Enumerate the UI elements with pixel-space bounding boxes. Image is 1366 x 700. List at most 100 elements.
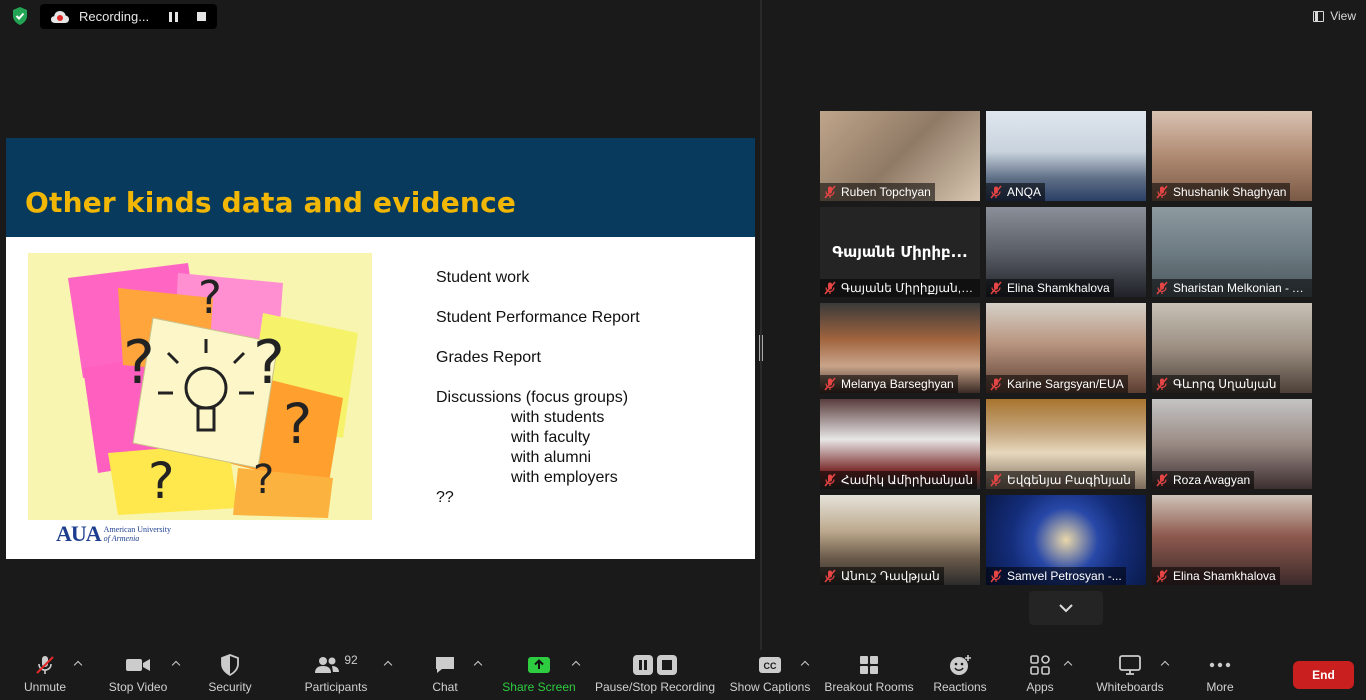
mic-muted-icon <box>990 185 1002 199</box>
participant-tile[interactable]: Roza Avagyan <box>1152 399 1312 489</box>
participants-label: Participants <box>304 680 368 694</box>
participant-name-bar: Sharistan Melkonian - A... <box>1152 279 1312 297</box>
whiteboard-icon <box>1119 655 1141 675</box>
chat-bubble-icon <box>436 657 454 673</box>
mic-muted-icon <box>1156 185 1168 199</box>
participants-options-caret[interactable] <box>384 660 392 668</box>
share-screen-button[interactable]: Share Screen <box>502 650 576 700</box>
participant-tile[interactable]: Համիկ Ամիրխանյան <box>820 399 980 489</box>
participant-name-bar: Գևորգ Սղանյան <box>1152 375 1281 393</box>
participant-tile[interactable]: Karine Sargsyan/EUA <box>986 303 1146 393</box>
svg-text:?: ? <box>123 328 155 398</box>
participant-name: Անուշ Դավթյան <box>841 569 940 583</box>
participant-name-bar: Եվգենյա Բագինյան <box>986 471 1135 489</box>
breakout-rooms-button[interactable]: Breakout Rooms <box>824 650 914 700</box>
pause-recording-button[interactable] <box>169 11 179 22</box>
whiteboards-button[interactable]: Whiteboards <box>1093 650 1167 700</box>
participant-name: Եվգենյա Բագինյան <box>1007 473 1131 487</box>
security-button[interactable]: Security <box>206 650 254 700</box>
more-button[interactable]: More <box>1204 650 1236 700</box>
participant-tile[interactable]: Գևորգ Սղանյան <box>1152 303 1312 393</box>
slide-item-student-work: Student work <box>436 269 530 286</box>
mic-muted-icon <box>824 569 836 583</box>
mic-muted-icon <box>1156 569 1168 583</box>
chat-options-caret[interactable] <box>474 660 482 668</box>
participants-icon <box>315 657 340 673</box>
participant-name: Sharistan Melkonian - A... <box>1173 281 1308 295</box>
stop-icon <box>657 655 677 675</box>
audio-options-caret[interactable] <box>74 660 82 668</box>
slide-bullet-list: Student work Student Performance Report … <box>436 268 640 508</box>
unmute-label: Unmute <box>23 680 67 694</box>
video-options-caret[interactable] <box>172 660 180 668</box>
mic-muted-icon <box>824 185 836 199</box>
participant-tile[interactable]: Melanya Barseghyan <box>820 303 980 393</box>
svg-text:?: ? <box>198 271 222 324</box>
end-meeting-button[interactable]: End <box>1293 661 1354 689</box>
more-dots-icon <box>1209 662 1231 668</box>
unmute-button[interactable]: Unmute <box>22 650 68 700</box>
participant-tile[interactable]: Shushanik Shaghyan <box>1152 111 1312 201</box>
aua-logo-line2: of Armenia <box>103 534 140 543</box>
mic-muted-icon <box>1156 473 1168 487</box>
participant-tile[interactable]: Ruben Topchyan <box>820 111 980 201</box>
participants-button[interactable]: 92 Participants <box>303 650 369 700</box>
participant-name-bar: Melanya Barseghyan <box>820 375 958 393</box>
video-camera-icon <box>126 659 150 671</box>
pause-stop-recording-button[interactable]: Pause/Stop Recording <box>594 650 716 700</box>
mic-muted-icon <box>990 473 1002 487</box>
share-options-caret[interactable] <box>572 660 580 668</box>
show-captions-button[interactable]: CC Show Captions <box>729 650 811 700</box>
mic-muted-icon <box>990 569 1002 583</box>
stop-video-button[interactable]: Stop Video <box>107 650 169 700</box>
participant-tile[interactable]: Elina Shamkhalova <box>1152 495 1312 585</box>
pause-stop-recording-label: Pause/Stop Recording <box>594 680 716 694</box>
shared-screen-slide: Other kinds data and evidence ? ? ? ? ? … <box>6 138 755 559</box>
stop-recording-button[interactable] <box>197 12 206 21</box>
participant-tile[interactable]: Անուշ Դավթյան <box>820 495 980 585</box>
view-button[interactable]: View <box>1313 6 1356 26</box>
slide-item-grades-report: Grades Report <box>436 349 541 366</box>
sticky-notes-lightbulb-image: ? ? ? ? ? ? <box>28 253 372 520</box>
next-page-button[interactable] <box>1029 591 1103 625</box>
participant-tile[interactable]: Sharistan Melkonian - A... <box>1152 207 1312 297</box>
participant-name-bar: Karine Sargsyan/EUA <box>986 375 1128 393</box>
whiteboards-label: Whiteboards <box>1096 680 1164 694</box>
mic-muted-icon <box>990 377 1002 391</box>
participant-tile[interactable]: Samvel Petrosyan -... <box>986 495 1146 585</box>
participant-tile[interactable]: Գայանե Միրիբ... Գայանե Միրիքյան,Գ... <box>820 207 980 297</box>
closed-captions-icon: CC <box>759 657 781 673</box>
chat-button[interactable]: Chat <box>430 650 460 700</box>
participant-name-bar: Անուշ Դավթյան <box>820 567 944 585</box>
whiteboards-options-caret[interactable] <box>1161 660 1169 668</box>
mic-muted-icon <box>1156 377 1168 391</box>
participant-name: Ruben Topchyan <box>841 185 931 199</box>
participant-name-bar: Samvel Petrosyan -... <box>986 567 1126 585</box>
security-label: Security <box>208 680 252 694</box>
participant-name: Գայանե Միրիքյան,Գ... <box>841 281 976 295</box>
emoji-reaction-icon <box>950 655 971 675</box>
share-screen-icon <box>528 657 550 673</box>
participant-name-bar: Roza Avagyan <box>1152 471 1255 489</box>
participant-name: Համիկ Ամիրխանյան <box>841 473 974 487</box>
participant-name-bar: Shushanik Shaghyan <box>1152 183 1291 201</box>
chevron-down-icon <box>1059 604 1073 613</box>
security-shield-icon[interactable] <box>10 6 30 26</box>
participants-count: 92 <box>344 653 358 667</box>
svg-text:CC: CC <box>764 661 777 671</box>
panel-resize-handle[interactable] <box>759 335 763 361</box>
apps-options-caret[interactable] <box>1064 660 1072 668</box>
aua-logo-mark: AUA <box>56 521 102 546</box>
chat-label: Chat <box>432 680 458 694</box>
participant-tile[interactable]: ANQA <box>986 111 1146 201</box>
apps-button[interactable]: Apps <box>1024 650 1056 700</box>
participant-tile[interactable]: Եվգենյա Բագինյան <box>986 399 1146 489</box>
view-label: View <box>1330 9 1356 23</box>
captions-options-caret[interactable] <box>801 660 809 668</box>
participant-name: Samvel Petrosyan -... <box>1007 569 1122 583</box>
participant-name: Karine Sargsyan/EUA <box>1007 377 1124 391</box>
reactions-button[interactable]: Reactions <box>932 650 988 700</box>
aua-logo-text: American University of Armenia <box>104 525 171 543</box>
participant-tile[interactable]: Elina Shamkhalova <box>986 207 1146 297</box>
participant-name: Shushanik Shaghyan <box>1173 185 1287 199</box>
